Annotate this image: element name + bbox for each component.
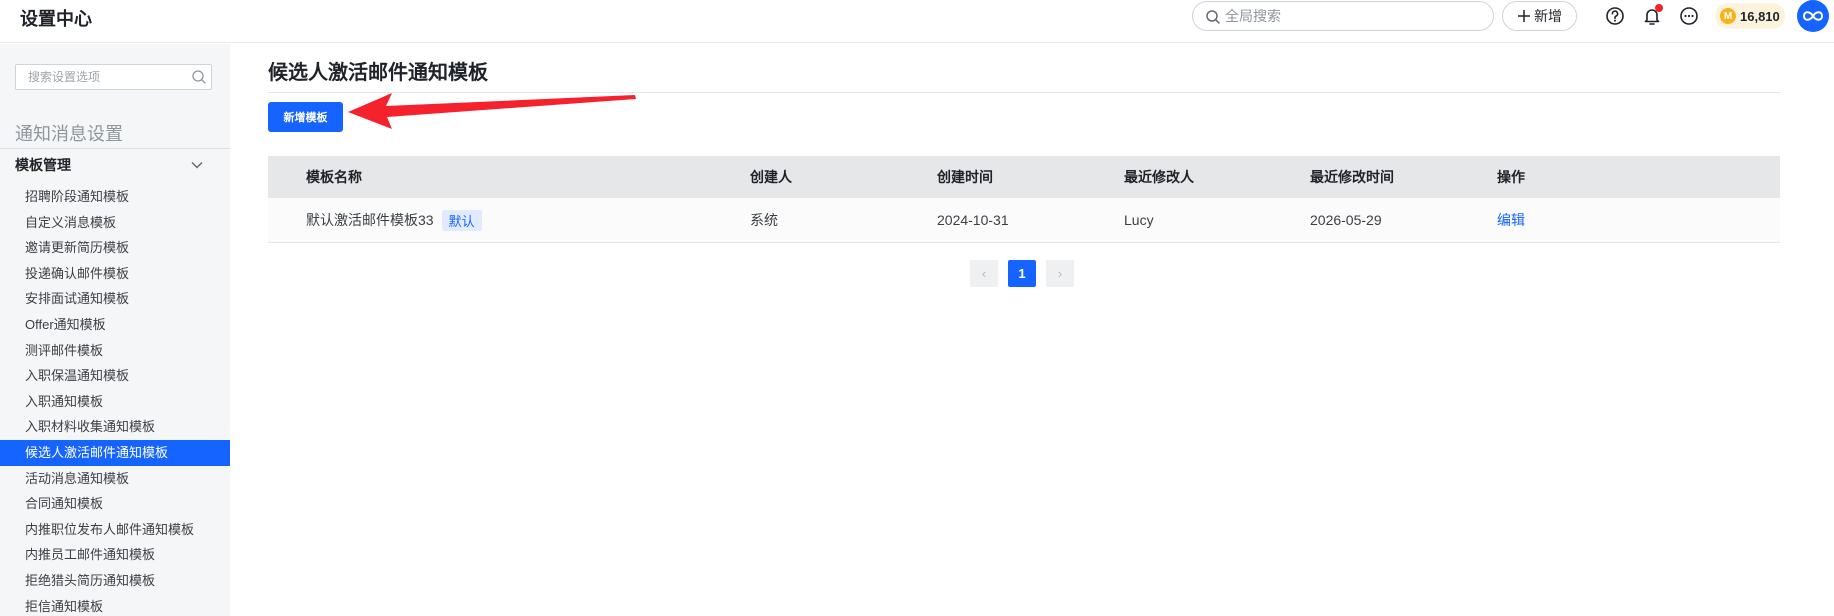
creator-cell: 系统 (750, 212, 778, 228)
coin-icon: M (1720, 8, 1736, 24)
sidebar-item[interactable]: 合同通知模板 (0, 491, 230, 517)
points-badge[interactable]: M 16,810 (1715, 3, 1785, 29)
modifier-cell: Lucy (1124, 212, 1154, 228)
column-header: 创建人 (750, 169, 792, 185)
modified-time-cell: 2026-05-29 (1310, 212, 1382, 228)
settings-search-input[interactable] (28, 69, 188, 85)
help-icon[interactable] (1604, 5, 1626, 27)
sidebar-item[interactable]: 招聘阶段通知模板 (0, 184, 230, 210)
add-template-button[interactable]: 新增模板 (268, 102, 343, 132)
created-time-cell: 2024-10-31 (937, 212, 1009, 228)
edit-link[interactable]: 编辑 (1497, 210, 1525, 230)
settings-search-box[interactable] (15, 64, 212, 90)
sidebar-item[interactable]: 活动消息通知模板 (0, 466, 230, 492)
template-table: 模板名称 创建人 创建时间 最近修改人 最近修改时间 操作 默认激活邮件模板33… (268, 156, 1780, 243)
top-bar: 设置中心 新增 M 16,810 (0, 0, 1834, 43)
template-menu: 招聘阶段通知模板 自定义消息模板 邀请更新简历模板 投递确认邮件模板 安排面试通… (0, 184, 230, 616)
sidebar-item[interactable]: 入职材料收集通知模板 (0, 414, 230, 440)
sidebar: 通知消息设置 模板管理 招聘阶段通知模板 自定义消息模板 邀请更新简历模板 投递… (0, 44, 230, 616)
action-cell: 编辑 (1497, 198, 1525, 242)
sidebar-item[interactable]: 内推员工邮件通知模板 (0, 542, 230, 568)
main-content: 候选人激活邮件通知模板 新增模板 模板名称 创建人 创建时间 最近修改人 最近修… (230, 44, 1834, 616)
avatar[interactable] (1797, 0, 1829, 32)
template-name-cell: 默认激活邮件模板33 默认 (306, 198, 482, 242)
menu-group-label: 模板管理 (15, 157, 71, 173)
sidebar-item[interactable]: 入职保温通知模板 (0, 363, 230, 389)
table-header: 模板名称 创建人 创建时间 最近修改人 最近修改时间 操作 (268, 156, 1780, 198)
sidebar-item-active[interactable]: 候选人激活邮件通知模板 (0, 439, 230, 466)
sidebar-item[interactable]: 邀请更新简历模板 (0, 235, 230, 261)
column-header: 模板名称 (306, 169, 362, 185)
sidebar-item[interactable]: 拒绝猎头简历通知模板 (0, 568, 230, 594)
sidebar-item[interactable]: 测评邮件模板 (0, 338, 230, 364)
prev-page-button[interactable]: ‹ (970, 260, 998, 287)
page-title: 候选人激活邮件通知模板 (268, 62, 488, 84)
sidebar-item[interactable]: 拒信通知模板 (0, 594, 230, 616)
column-header: 最近修改人 (1124, 169, 1194, 185)
default-tag: 默认 (441, 209, 482, 231)
sidebar-item[interactable]: 内推职位发布人邮件通知模板 (0, 517, 230, 543)
column-header: 最近修改时间 (1310, 169, 1394, 185)
sidebar-item[interactable]: 自定义消息模板 (0, 210, 230, 236)
menu-group-template-management[interactable]: 模板管理 (0, 148, 230, 178)
search-icon[interactable] (191, 69, 207, 85)
sidebar-section-title: 通知消息设置 (15, 124, 123, 144)
pagination: ‹ 1 › (970, 260, 1074, 287)
brand-logo-icon (1802, 11, 1824, 21)
column-header: 创建时间 (937, 169, 993, 185)
global-search-box[interactable] (1192, 1, 1494, 31)
plus-icon (1518, 10, 1530, 22)
page-number-current[interactable]: 1 (1008, 260, 1036, 287)
points-value: 16,810 (1740, 8, 1780, 24)
next-page-button[interactable]: › (1046, 260, 1074, 287)
more-icon[interactable] (1678, 5, 1700, 27)
sidebar-item[interactable]: 投递确认邮件模板 (0, 261, 230, 287)
annotation-arrow (348, 93, 636, 129)
new-button-label: 新增 (1534, 8, 1562, 24)
global-search-input[interactable] (1225, 6, 1475, 26)
template-name: 默认激活邮件模板33 (306, 212, 434, 228)
new-button[interactable]: 新增 (1502, 1, 1577, 31)
table-row: 默认激活邮件模板33 默认 系统 2024-10-31 Lucy 2026-05… (268, 198, 1780, 243)
search-icon (1206, 10, 1220, 24)
column-header: 操作 (1497, 169, 1525, 185)
chevron-down-icon (191, 161, 203, 169)
sidebar-item[interactable]: 入职通知模板 (0, 389, 230, 415)
app-title: 设置中心 (20, 9, 92, 29)
sidebar-item[interactable]: 安排面试通知模板 (0, 286, 230, 312)
sidebar-item[interactable]: Offer通知模板 (0, 312, 230, 338)
notification-badge (1655, 4, 1663, 12)
